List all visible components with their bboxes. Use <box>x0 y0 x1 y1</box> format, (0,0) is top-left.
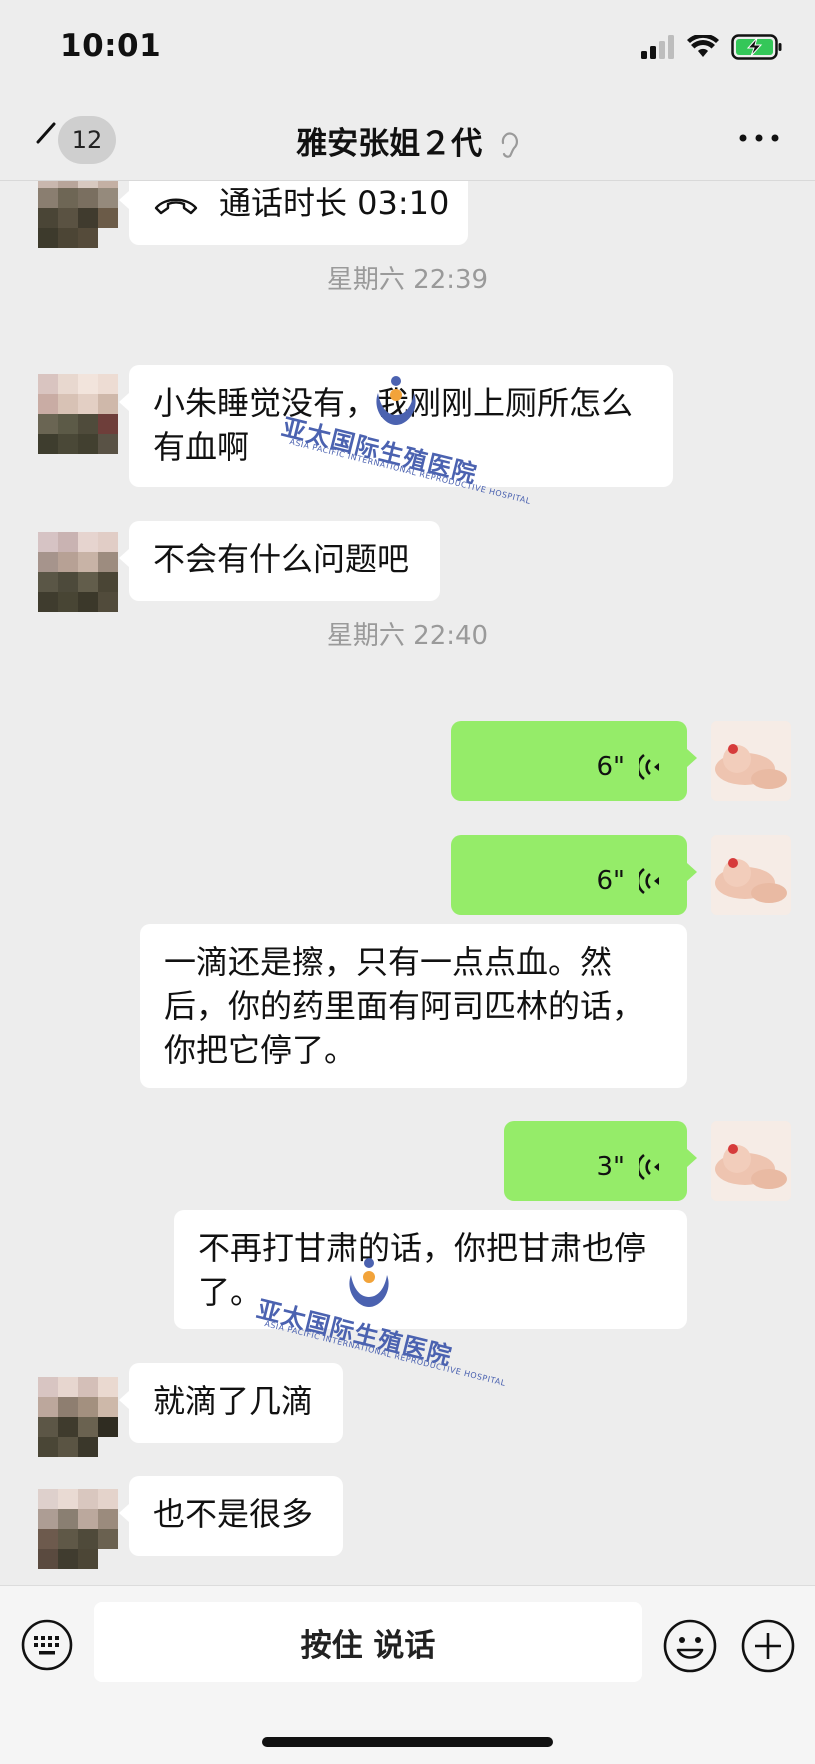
hold-to-talk-button[interactable]: 按住 说话 <box>94 1602 642 1682</box>
baby-avatar-image <box>711 721 791 801</box>
chat-area[interactable]: 通话时长 03:10 星期六 22:39 小朱睡觉没有，我刚刚上厕所怎么有血啊 … <box>0 181 815 1585</box>
battery-charging-icon <box>731 34 782 60</box>
voice-message-bubble[interactable]: 6" <box>451 835 697 915</box>
my-avatar[interactable] <box>711 835 791 915</box>
voice-message-bubble[interactable]: 3" <box>504 1121 697 1201</box>
more-button[interactable] <box>737 118 781 158</box>
message-text: 不会有什么问题吧 <box>153 540 410 578</box>
message-bubble[interactable]: 不会有什么问题吧 <box>119 521 440 601</box>
baby-avatar-image <box>711 1121 791 1201</box>
voice-wave-icon <box>639 753 659 781</box>
signal-icon <box>641 35 674 59</box>
voice-message-content: 6" <box>596 859 661 903</box>
voice-message-content: 6" <box>596 745 661 789</box>
message-bubble[interactable]: 也不是很多 <box>119 1476 343 1556</box>
message-text: 就滴了几滴 <box>153 1382 314 1420</box>
emoji-icon <box>663 1619 717 1673</box>
more-icon <box>739 134 779 142</box>
voice-message-content: 3" <box>596 1145 661 1189</box>
call-record-bubble[interactable]: 通话时长 03:10 <box>119 181 468 245</box>
phone-icon <box>154 198 198 215</box>
voice-wave-icon <box>639 867 659 895</box>
message-text: 也不是很多 <box>153 1495 314 1533</box>
plus-icon <box>741 1619 795 1673</box>
voice-duration: 6" <box>596 752 625 782</box>
voice-wave-icon <box>639 1153 659 1181</box>
contact-avatar[interactable] <box>38 1489 118 1569</box>
status-icons <box>641 34 783 60</box>
baby-avatar-image <box>711 835 791 915</box>
voice-transcription-bubble[interactable]: 一滴还是擦，只有一点点血。然后，你的药里面有阿司匹林的话，你把它停了。 <box>140 924 687 1088</box>
wifi-icon <box>687 35 719 57</box>
call-duration-text: 通话时长 03:10 <box>219 184 450 222</box>
chat-title-text: 雅安张姐２代 <box>296 126 483 162</box>
message-bubble[interactable]: 就滴了几滴 <box>119 1363 343 1443</box>
status-time: 10:01 <box>60 28 162 64</box>
ear-icon <box>501 131 518 158</box>
voice-message-bubble[interactable]: 6" <box>451 721 697 801</box>
my-avatar[interactable] <box>711 721 791 801</box>
timestamp: 星期六 22:39 <box>326 265 489 295</box>
status-bar: 10:01 <box>0 0 815 100</box>
my-avatar[interactable] <box>711 1121 791 1201</box>
contact-avatar[interactable] <box>38 181 118 248</box>
more-functions-button[interactable] <box>740 1618 796 1674</box>
message-bubble[interactable]: 小朱睡觉没有，我刚刚上厕所怎么有血啊 <box>119 365 673 487</box>
emoji-button[interactable] <box>662 1618 718 1674</box>
voice-duration: 3" <box>596 1152 625 1182</box>
contact-avatar[interactable] <box>38 1377 118 1457</box>
contact-avatar[interactable] <box>38 374 118 454</box>
keyboard-toggle-button[interactable] <box>20 1618 74 1672</box>
chat-header: 12 雅安张姐２代 <box>0 100 815 181</box>
timestamp: 星期六 22:40 <box>326 621 489 651</box>
voice-duration: 6" <box>596 866 625 896</box>
transcription-text: 不再打甘肃的话，你把甘肃也停了。 <box>198 1229 647 1311</box>
contact-avatar[interactable] <box>38 532 118 612</box>
chat-title: 雅安张姐２代 <box>0 118 815 163</box>
message-text: 小朱睡觉没有，我刚刚上厕所怎么有血啊 <box>153 384 634 466</box>
transcription-text: 一滴还是擦，只有一点点血。然后，你的药里面有阿司匹林的话，你把它停了。 <box>164 943 645 1069</box>
home-indicator <box>262 1737 553 1747</box>
voice-transcription-bubble[interactable]: 不再打甘肃的话，你把甘肃也停了。 <box>174 1210 687 1329</box>
keyboard-icon <box>21 1619 73 1671</box>
